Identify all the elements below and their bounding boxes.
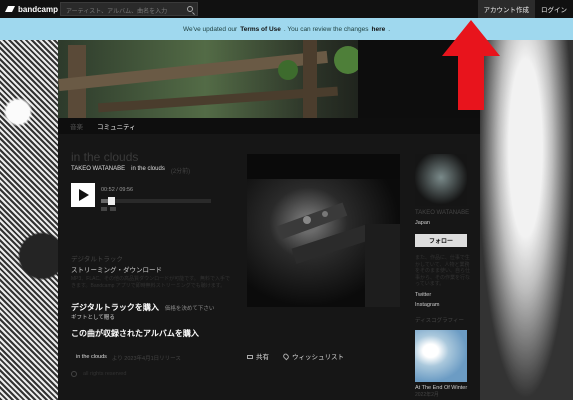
next-track-icon[interactable] xyxy=(110,207,116,211)
format-heading: デジタルトラック xyxy=(71,256,123,263)
bandcamp-logo-icon xyxy=(5,6,15,12)
buy-album-button[interactable]: この曲が収録されたアルバムを購入 xyxy=(71,328,199,339)
track-artwork[interactable] xyxy=(247,154,400,307)
rights-notice: all rights reserved xyxy=(71,371,126,377)
page-nav: 音楽 コミュニティ xyxy=(58,118,480,134)
signup-button[interactable]: アカウント作成 xyxy=(477,0,535,18)
notice-middle: . You can review the changes xyxy=(283,25,369,33)
album-link[interactable]: in the clouds xyxy=(131,166,165,175)
release-date: より 2023年4月1日リリース xyxy=(111,356,181,362)
discography-heading: ディスコグラフィー xyxy=(415,317,465,324)
track-page: 音楽 コミュニティ in the clouds TAKEO WATANABE i… xyxy=(58,40,480,400)
heart-icon xyxy=(282,352,290,361)
nav-tab-community[interactable]: コミュニティ xyxy=(97,121,136,131)
format-description: MP3、FLAC、その他の高品質ダウンロードが可能です。 無料で入手できます。B… xyxy=(71,276,230,289)
audio-player: 00:52 / 09:56 xyxy=(71,183,211,211)
discography-artwork[interactable] xyxy=(415,329,467,382)
discography-release-title[interactable]: At The End Of Winter xyxy=(415,385,470,391)
discography-release-date: 2022年2月 xyxy=(415,391,439,398)
time-display: 00:52 / 09:56 xyxy=(101,187,134,193)
logo-text: bandcamp xyxy=(17,4,58,14)
share-row: 共有 ウィッシュリスト xyxy=(247,351,344,361)
buy-track-button[interactable]: デジタルトラックを購入 xyxy=(71,302,159,313)
terms-link[interactable]: Terms of Use xyxy=(240,26,281,33)
band-photo[interactable] xyxy=(415,154,467,206)
release-info: in the clouds より 2023年4月1日リリース xyxy=(76,354,181,362)
twitter-link[interactable]: Twitter xyxy=(415,292,470,298)
cc-icon xyxy=(71,371,77,377)
progress-bar[interactable] xyxy=(101,197,211,205)
background-left xyxy=(0,40,60,400)
search-icon[interactable] xyxy=(187,6,193,12)
notice-suffix: . xyxy=(388,25,391,33)
share-icon xyxy=(247,355,253,359)
artist-header-image xyxy=(58,40,480,118)
format-subheading: ストリーミング・ダウンロード xyxy=(71,267,162,274)
login-button[interactable]: ログイン xyxy=(535,0,573,18)
progress-thumb[interactable] xyxy=(107,197,115,205)
red-arrow-annotation xyxy=(442,20,500,110)
track-date: (2分前) xyxy=(170,169,191,175)
notice-prefix: We've updated our xyxy=(182,25,238,33)
follow-button[interactable]: フォロー xyxy=(415,234,467,247)
notice-here-link[interactable]: here xyxy=(371,26,385,33)
share-button[interactable]: 共有 xyxy=(247,351,269,361)
track-controls xyxy=(101,207,211,211)
bandcamp-logo[interactable]: bandcamp xyxy=(0,5,58,14)
track-title: in the clouds xyxy=(71,150,139,164)
play-button[interactable] xyxy=(71,183,95,207)
nav-tab-music[interactable]: 音楽 xyxy=(70,121,83,131)
send-as-gift-link[interactable]: ギフトとして贈る xyxy=(71,313,115,321)
top-bar: bandcamp アーティスト、アルバム、曲名を入力 アカウント作成 ログイン xyxy=(0,0,573,18)
artist-link[interactable]: TAKEO WATANABE xyxy=(71,166,125,175)
wishlist-label: ウィッシュリスト xyxy=(292,354,344,361)
share-label: 共有 xyxy=(256,354,269,361)
price-note: 価格を決めて下さい xyxy=(164,306,215,312)
search-input[interactable]: アーティスト、アルバム、曲名を入力 xyxy=(60,2,198,16)
sidebar-artist-name[interactable]: TAKEO WATANABE xyxy=(415,210,470,217)
sidebar-bio: また、作品に、仕事で生かしていて、人物と業務をそのまま使い、自ら仕事から、その作… xyxy=(415,255,471,287)
release-title-link[interactable]: in the clouds xyxy=(76,354,107,362)
rights-text: all rights reserved xyxy=(83,371,127,377)
prev-track-icon[interactable] xyxy=(101,207,107,211)
account-links: アカウント作成 ログイン xyxy=(477,0,573,18)
instagram-link[interactable]: Instagram xyxy=(415,302,470,308)
band-sidebar: TAKEO WATANABE Japan フォロー また、作品に、仕事で生かして… xyxy=(415,154,470,398)
buy-track-row: デジタルトラックを購入 価格を決めて下さい xyxy=(71,302,214,313)
search-placeholder: アーティスト、アルバム、曲名を入力 xyxy=(66,9,168,15)
sidebar-location: Japan xyxy=(415,220,430,226)
track-byline: TAKEO WATANABE in the clouds (2分前) xyxy=(71,166,190,175)
wishlist-button[interactable]: ウィッシュリスト xyxy=(282,351,344,361)
